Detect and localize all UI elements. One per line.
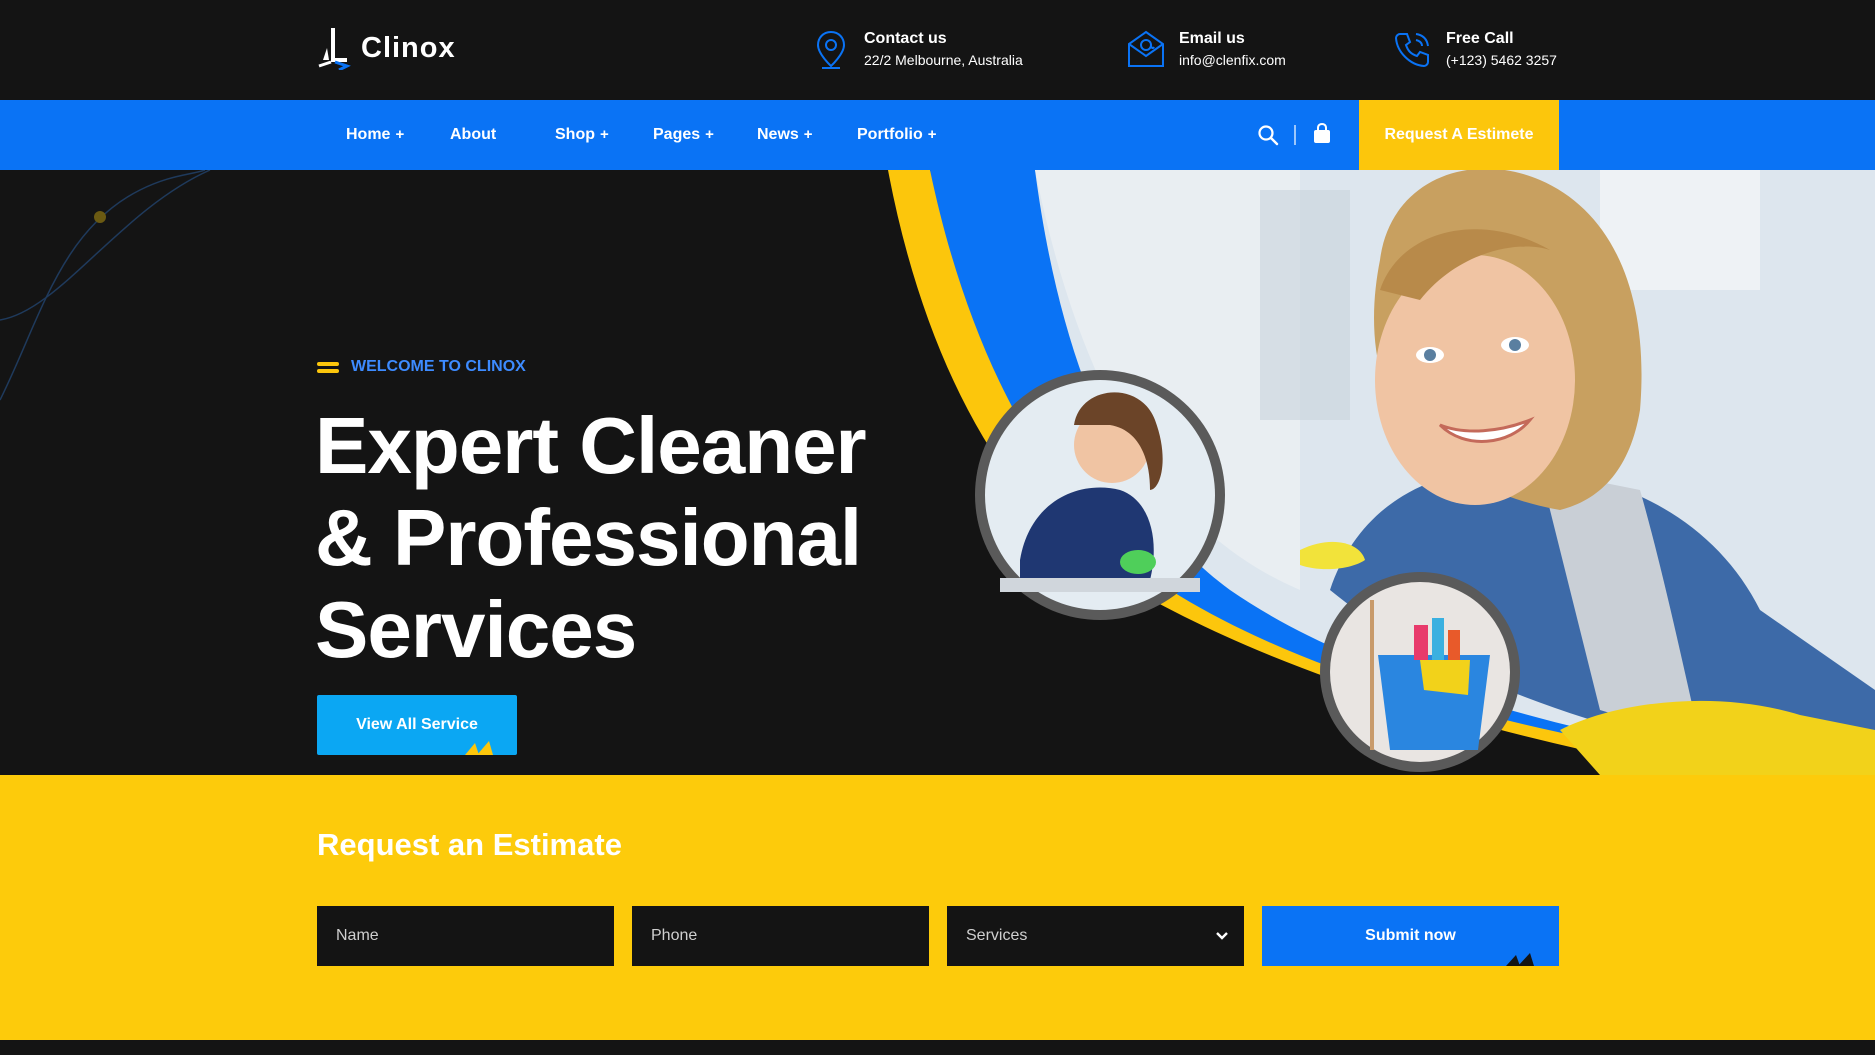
- view-all-service-button[interactable]: View All Service: [317, 695, 517, 755]
- brand-logo[interactable]: Clinox: [317, 26, 456, 70]
- submit-label: Submit now: [1365, 927, 1456, 944]
- nav-item-label: Home: [346, 126, 391, 143]
- hero-headline-line: Expert Cleaner: [315, 401, 867, 490]
- contact-email: Email us info@clenfix.com: [1125, 28, 1286, 70]
- nav-item-label: News: [757, 126, 799, 143]
- nav-item-label: Shop: [555, 126, 595, 143]
- welcome-text: WELCOME TO CLINOX: [351, 358, 526, 375]
- nav-item-label: Portfolio: [857, 126, 923, 143]
- nav-item-about[interactable]: About: [450, 100, 496, 170]
- name-field[interactable]: Name: [317, 906, 614, 966]
- decorative-dot: [94, 211, 106, 223]
- top-bar: Clinox Contact us 22/2 Melbourne, Austra…: [0, 0, 1875, 100]
- contact-phone: Free Call (+123) 5462 3257: [1392, 28, 1557, 70]
- chevron-down-icon: [1216, 932, 1228, 940]
- hero-headline-line: & Professional: [315, 493, 862, 582]
- submenu-plus-icon: +: [600, 126, 609, 143]
- nav-item-home[interactable]: Home +: [346, 100, 404, 170]
- name-placeholder: Name: [336, 927, 379, 944]
- hero-section: WELCOME TO CLINOX Expert Cleaner & Profe…: [0, 170, 1875, 775]
- estimate-title: Request an Estimate: [317, 827, 622, 862]
- nav-item-label: Pages: [653, 126, 701, 143]
- footer-strip: [0, 1040, 1875, 1055]
- view-all-service-label: View All Service: [356, 716, 478, 733]
- estimate-section: Request an Estimate Name Phone Services …: [0, 775, 1875, 1040]
- phone-icon: [1394, 33, 1429, 68]
- contact-address: Contact us 22/2 Melbourne, Australia: [810, 28, 1023, 70]
- submenu-plus-icon: +: [803, 126, 813, 143]
- phone-placeholder: Phone: [651, 927, 698, 944]
- contact-email-title: Email us: [1179, 30, 1245, 47]
- hero-headline: Expert Cleaner & Professional Services: [315, 400, 965, 676]
- main-nav: Home + About Shop + Pages + News + Portfolio…: [0, 100, 1875, 170]
- submit-button[interactable]: Submit now: [1262, 906, 1559, 966]
- phone-field[interactable]: Phone: [632, 906, 929, 966]
- contact-address-value: 22/2 Melbourne, Australia: [864, 52, 1023, 68]
- contact-phone-title: Free Call: [1446, 30, 1514, 47]
- submenu-plus-icon: +: [705, 126, 714, 143]
- welcome-tagline: WELCOME TO CLINOX: [317, 358, 526, 376]
- submenu-plus-icon: +: [395, 126, 405, 143]
- search-icon[interactable]: [1256, 123, 1280, 147]
- nav-divider: [1294, 125, 1296, 145]
- page: Clinox Contact us 22/2 Melbourne, Austra…: [0, 0, 1875, 1055]
- shopping-bag-icon[interactable]: [1311, 122, 1333, 146]
- contact-email-value[interactable]: info@clenfix.com: [1179, 50, 1286, 70]
- request-estimate-button[interactable]: Request A Estimete: [1359, 100, 1559, 170]
- nav-item-portfolio[interactable]: Portfolio +: [857, 100, 937, 170]
- location-pin-icon: [816, 30, 846, 69]
- swoosh-icon: [1506, 953, 1534, 966]
- tagline-dots-icon: [317, 361, 339, 373]
- logo-icon: [318, 28, 351, 70]
- nav-item-pages[interactable]: Pages +: [653, 100, 714, 170]
- contact-address-title: Contact us: [864, 30, 947, 47]
- contact-phone-value[interactable]: (+123) 5462 3257: [1446, 50, 1557, 70]
- email-icon: [1128, 30, 1164, 67]
- brand-name: Clinox: [361, 31, 456, 64]
- services-select[interactable]: Services: [947, 906, 1244, 966]
- nav-item-shop[interactable]: Shop +: [555, 100, 609, 170]
- nav-item-label: About: [450, 126, 497, 143]
- hero-headline-line: Services: [315, 585, 637, 674]
- swoosh-icon: [465, 741, 493, 755]
- nav-item-news[interactable]: News +: [757, 100, 813, 170]
- services-selected-value: Services: [966, 927, 1028, 944]
- submenu-plus-icon: +: [927, 126, 937, 143]
